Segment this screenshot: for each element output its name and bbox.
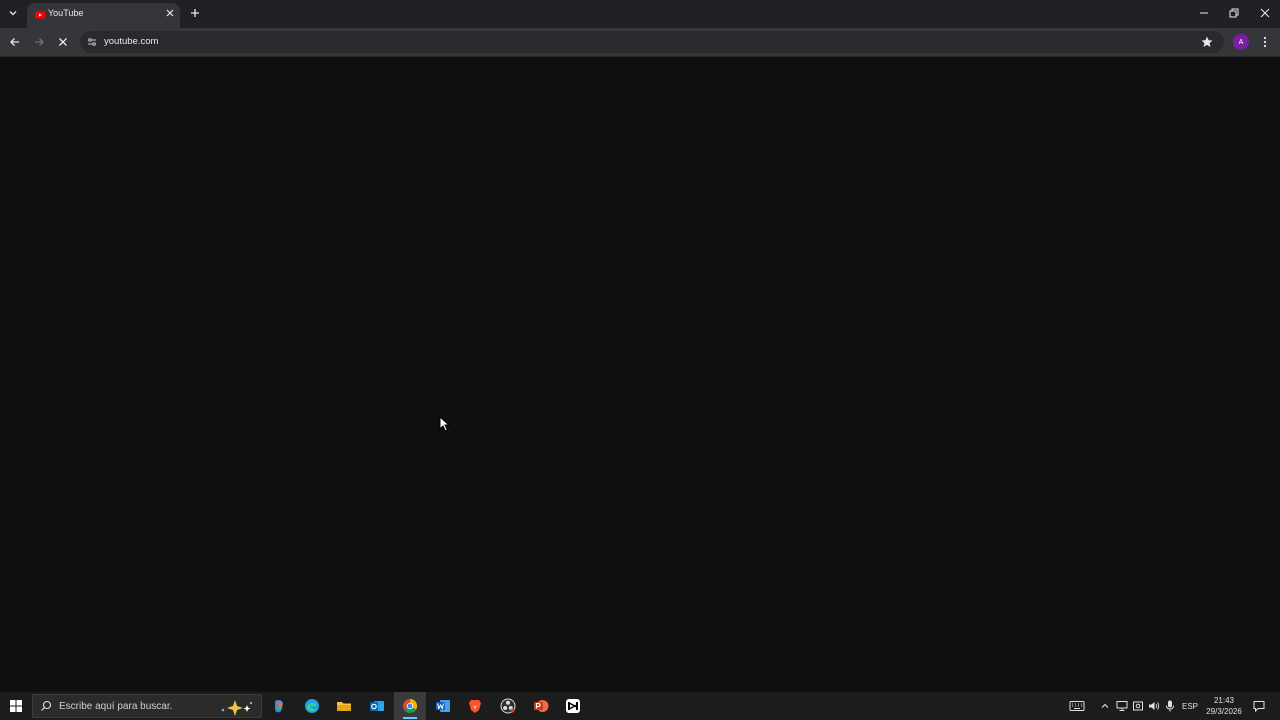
action-center-button[interactable] (1250, 692, 1268, 720)
outlook-icon (370, 701, 384, 711)
edge-icon (305, 699, 319, 713)
taskbar-copilot[interactable] (263, 692, 295, 720)
new-tab-button[interactable] (188, 6, 202, 20)
active-app-indicator (403, 717, 417, 719)
clock-time: 21:43 (1213, 696, 1235, 705)
restore-icon (1229, 8, 1239, 18)
word-icon (436, 700, 450, 712)
url-text: youtube.com (104, 36, 159, 47)
obs-icon (500, 698, 516, 714)
taskbar-outlook[interactable] (361, 692, 393, 720)
chrome-icon (403, 699, 417, 713)
profile-avatar[interactable]: A (1233, 34, 1249, 50)
tab-title: YouTube (48, 8, 84, 18)
tab-search-button[interactable] (5, 5, 21, 21)
tray-meet-now[interactable] (1131, 692, 1145, 720)
arrow-right-icon (35, 38, 44, 46)
chevron-down-icon (9, 11, 17, 16)
capcut-icon (566, 699, 580, 713)
taskbar-word[interactable] (427, 692, 459, 720)
site-info-icon[interactable] (86, 36, 98, 48)
powerpoint-icon (534, 700, 549, 712)
search-placeholder: Escribe aquí para buscar. (59, 701, 173, 712)
tab-youtube[interactable]: YouTube (27, 3, 180, 28)
close-icon (1260, 8, 1270, 18)
speaker-icon (1149, 702, 1160, 710)
forward-button[interactable] (31, 34, 47, 50)
taskbar-obs[interactable] (492, 692, 524, 720)
clock-date: 29/3/2026 (1206, 707, 1242, 716)
stop-loading-button[interactable] (55, 34, 71, 50)
tray-volume[interactable] (1147, 692, 1161, 720)
windows-taskbar: Escribe aquí para buscar. ESP 21:43 29/3… (0, 692, 1280, 720)
browser-toolbar: youtube.com A (0, 28, 1280, 57)
back-button[interactable] (7, 34, 23, 50)
close-window-button[interactable] (1254, 4, 1276, 22)
address-bar[interactable]: youtube.com (80, 31, 1224, 53)
taskbar-clock[interactable]: 21:43 29/3/2026 (1200, 695, 1248, 717)
tray-microphone[interactable] (1163, 692, 1177, 720)
plus-icon (191, 9, 199, 17)
copilot-icon (275, 700, 283, 713)
taskbar-edge[interactable] (296, 692, 328, 720)
windows-logo-icon (10, 700, 22, 712)
bookmark-star-icon[interactable] (1200, 35, 1214, 49)
browser-menu-button[interactable] (1258, 34, 1272, 50)
file-explorer-icon (337, 702, 351, 711)
search-icon (41, 700, 52, 711)
network-icon (1116, 701, 1128, 711)
page-viewport[interactable] (0, 58, 1280, 692)
arrow-left-icon (10, 38, 19, 46)
brave-icon (469, 700, 481, 713)
taskbar-brave[interactable] (459, 692, 491, 720)
taskbar-search-box[interactable]: Escribe aquí para buscar. (32, 694, 262, 718)
meet-now-icon (1133, 701, 1143, 711)
browser-window: YouTube youtube.com A (0, 0, 1280, 692)
notification-icon (1253, 701, 1265, 712)
tab-strip: YouTube (0, 0, 1280, 28)
tray-network[interactable] (1115, 692, 1129, 720)
start-button[interactable] (0, 692, 32, 720)
minimize-button[interactable] (1193, 4, 1215, 22)
taskbar-chrome[interactable] (394, 692, 426, 720)
youtube-favicon-icon (35, 11, 45, 19)
tray-overflow-button[interactable] (1099, 692, 1111, 720)
keyboard-icon (1069, 701, 1085, 711)
mouse-cursor-icon (439, 416, 451, 432)
sparkle-icon (221, 700, 252, 716)
tray-keyboard[interactable] (1066, 692, 1088, 720)
taskbar-powerpoint[interactable] (525, 692, 557, 720)
microphone-icon (1166, 700, 1174, 712)
restore-button[interactable] (1223, 4, 1245, 22)
tray-language[interactable]: ESP (1180, 692, 1200, 720)
language-indicator: ESP (1181, 701, 1198, 711)
more-vert-icon (1263, 36, 1267, 48)
tab-close-icon[interactable] (164, 7, 176, 19)
chevron-up-icon (1101, 703, 1109, 708)
close-icon (59, 38, 67, 46)
taskbar-file-explorer[interactable] (328, 692, 360, 720)
minimize-icon (1200, 12, 1208, 14)
taskbar-capcut[interactable] (557, 692, 589, 720)
